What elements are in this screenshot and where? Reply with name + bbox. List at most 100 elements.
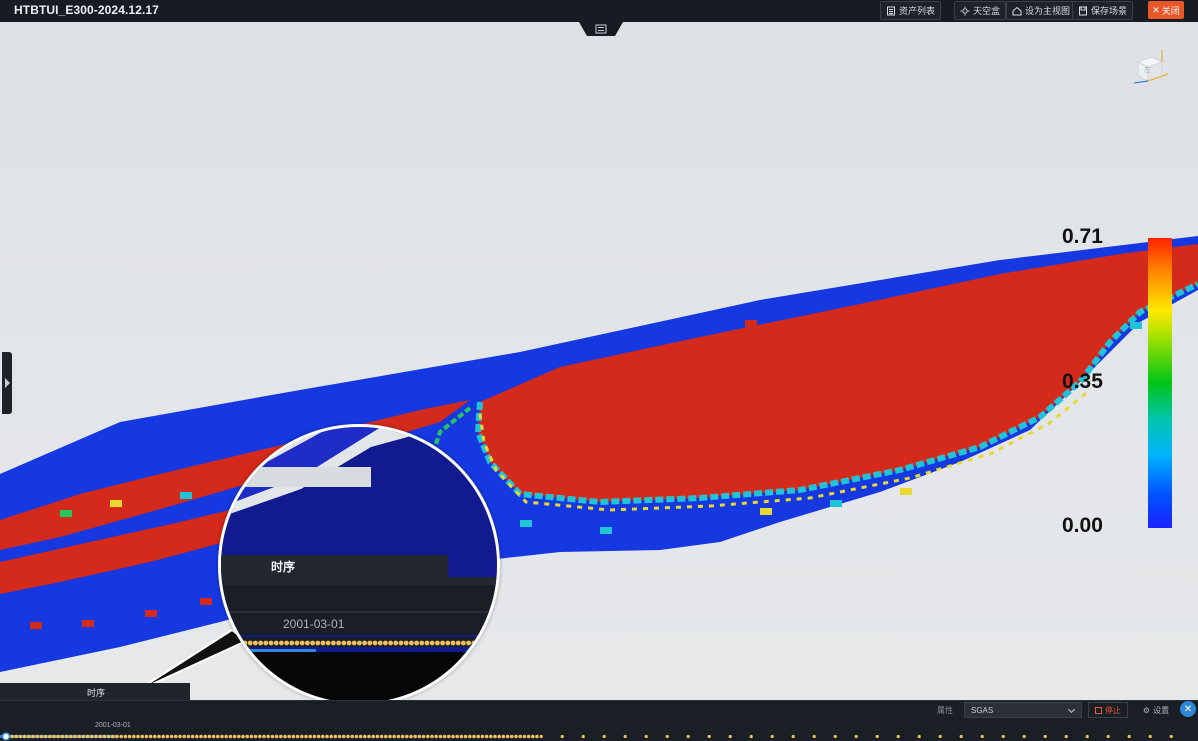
timeline-tick[interactable] xyxy=(560,734,564,739)
timeline-tick[interactable] xyxy=(346,734,350,739)
timeline-tick[interactable] xyxy=(203,734,207,739)
timeline-tick[interactable] xyxy=(501,734,506,739)
timeline-tick[interactable] xyxy=(90,734,94,739)
timeline-tick[interactable] xyxy=(812,734,816,739)
timeline-tick[interactable] xyxy=(153,734,157,739)
timeline-tick[interactable] xyxy=(115,734,119,739)
timeline-tick[interactable] xyxy=(342,734,346,739)
timeline-tick[interactable] xyxy=(434,734,439,739)
timeline-tick[interactable] xyxy=(476,734,481,739)
timeline-tick[interactable] xyxy=(98,734,102,739)
timeline-tick[interactable] xyxy=(371,734,376,739)
timeline-tick[interactable] xyxy=(325,734,329,739)
timeline-tick[interactable] xyxy=(644,734,648,739)
timeline-tick[interactable] xyxy=(169,734,174,739)
timeline-tick[interactable] xyxy=(728,734,732,739)
timeline-tick[interactable] xyxy=(157,734,161,739)
timeline-tick[interactable] xyxy=(182,734,186,739)
timeline-tick[interactable] xyxy=(405,734,409,739)
timeline-tick[interactable] xyxy=(1106,734,1110,739)
timeline-tick[interactable] xyxy=(468,734,472,739)
timeline-tick[interactable] xyxy=(216,734,220,739)
timeline-tick[interactable] xyxy=(228,734,233,739)
timeline-tick[interactable] xyxy=(400,734,405,739)
timeline-tick[interactable] xyxy=(274,734,279,739)
timeline-tick[interactable] xyxy=(505,734,510,739)
timeline-tick[interactable] xyxy=(367,734,371,739)
timeline-tick[interactable] xyxy=(220,734,224,739)
timeline-tick[interactable] xyxy=(232,734,237,739)
timeline-tick[interactable] xyxy=(35,734,39,739)
timeline-tick[interactable] xyxy=(178,734,182,739)
timeline-tick[interactable] xyxy=(354,734,359,739)
timeline-tick[interactable] xyxy=(102,734,107,739)
timeline-tick[interactable] xyxy=(522,734,527,739)
timeline-tick[interactable] xyxy=(358,734,363,739)
timeline-tick[interactable] xyxy=(165,734,170,739)
timeline-tick[interactable] xyxy=(1043,734,1047,739)
timeline-tick[interactable] xyxy=(531,734,535,739)
timeline-tick[interactable] xyxy=(333,734,338,739)
timeline-tick[interactable] xyxy=(111,734,115,739)
timeline-tick[interactable] xyxy=(283,734,287,739)
timeline-tick[interactable] xyxy=(1064,734,1068,739)
timeline-tick[interactable] xyxy=(1127,734,1131,739)
timeline-tick[interactable] xyxy=(241,734,245,739)
timeline-tick[interactable] xyxy=(665,734,669,739)
timeline-tick[interactable] xyxy=(144,734,149,739)
timeline-tick[interactable] xyxy=(190,734,195,739)
timeline-tick[interactable] xyxy=(413,734,418,739)
timeline-tick[interactable] xyxy=(1001,734,1005,739)
timeline-tick[interactable] xyxy=(480,734,485,739)
timeline-tick[interactable] xyxy=(430,734,434,739)
property-select[interactable]: SGAS xyxy=(964,702,1082,718)
timeline-tick[interactable] xyxy=(27,734,31,739)
timeline-tick[interactable] xyxy=(174,734,178,739)
timeline-tick[interactable] xyxy=(295,734,300,739)
timeline-tick[interactable] xyxy=(329,734,334,739)
timeline-tick[interactable] xyxy=(249,734,254,739)
timeline-tick[interactable] xyxy=(48,734,52,739)
timeline-tick[interactable] xyxy=(791,734,795,739)
timeline-tick[interactable] xyxy=(484,734,489,739)
timeline-tick[interactable] xyxy=(18,734,23,739)
timeline-tick[interactable] xyxy=(224,734,228,739)
timeline-tick[interactable] xyxy=(686,734,690,739)
timeline-tick[interactable] xyxy=(1169,734,1173,739)
timeline-tick[interactable] xyxy=(39,734,44,739)
timeline-tick[interactable] xyxy=(10,734,14,739)
timeline-tick[interactable] xyxy=(316,734,321,739)
timeline-tick[interactable] xyxy=(938,734,942,739)
timeline-tick[interactable] xyxy=(287,734,292,739)
timeline-slider[interactable] xyxy=(0,732,1198,741)
timeline-tick[interactable] xyxy=(917,734,921,739)
timeline-tick[interactable] xyxy=(379,734,384,739)
settings-button[interactable]: ⚙ 设置 xyxy=(1136,702,1176,718)
timeline-tick[interactable] xyxy=(623,734,627,739)
timeline-tick[interactable] xyxy=(455,734,460,739)
timeline-tick[interactable] xyxy=(237,734,241,739)
timeline-tick[interactable] xyxy=(43,734,48,739)
timeline-tick[interactable] xyxy=(472,734,476,739)
timeline-tick[interactable] xyxy=(73,734,77,739)
timeline-tick[interactable] xyxy=(106,734,111,739)
timeline-tick[interactable] xyxy=(426,734,430,739)
timeline-tick[interactable] xyxy=(245,734,249,739)
timeline-tick[interactable] xyxy=(312,734,317,739)
timeline-tick[interactable] xyxy=(392,734,397,739)
timeline-tick[interactable] xyxy=(510,734,514,739)
timeline-tick[interactable] xyxy=(262,734,266,739)
timeline-handle[interactable] xyxy=(1,732,11,741)
timeline-tick[interactable] xyxy=(132,734,136,739)
timeline-tick[interactable] xyxy=(279,734,283,739)
timeline-tick[interactable] xyxy=(375,734,380,739)
timeline-tick[interactable] xyxy=(81,734,86,739)
timeline-tick[interactable] xyxy=(447,734,451,739)
timeline-tick[interactable] xyxy=(896,734,900,739)
timeline-tick[interactable] xyxy=(535,734,539,739)
timeline-tick[interactable] xyxy=(22,734,27,739)
timeline-tick[interactable] xyxy=(94,734,98,739)
timeline-tick[interactable] xyxy=(514,734,518,739)
timeline-tick[interactable] xyxy=(463,734,468,739)
timeline-tick[interactable] xyxy=(438,734,443,739)
